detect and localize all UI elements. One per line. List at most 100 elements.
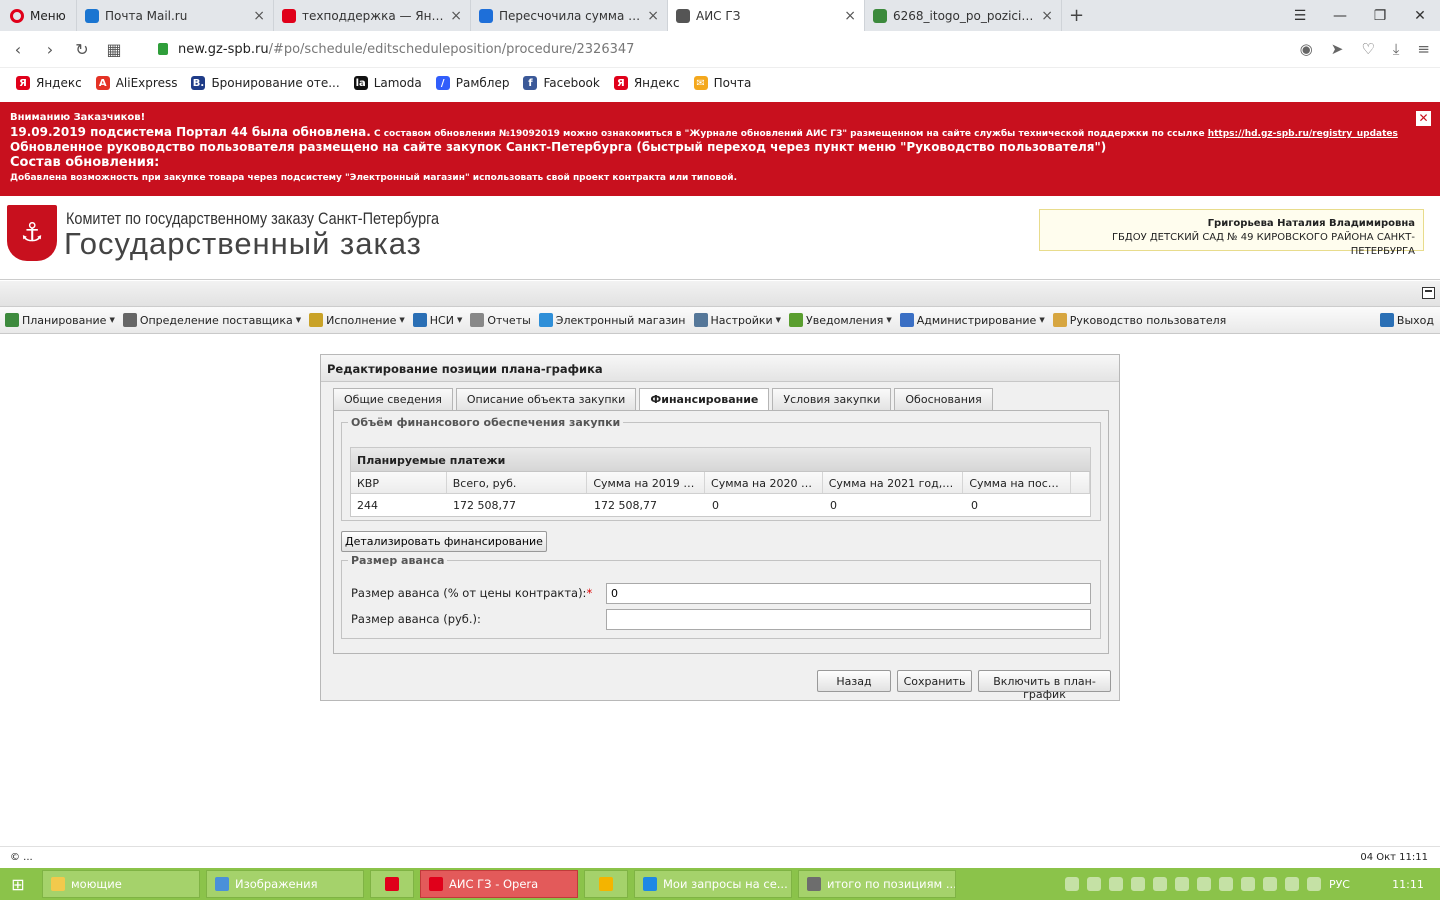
menu-item[interactable]: Электронный магазин — [538, 313, 686, 327]
flag-icon[interactable] — [1152, 877, 1167, 891]
menu-item[interactable]: Отчеты — [470, 313, 531, 327]
booking-icon[interactable] — [1174, 877, 1189, 891]
network-icon[interactable] — [1086, 877, 1101, 891]
report-icon — [470, 313, 485, 327]
bookmark-item[interactable]: / Рамблер — [435, 76, 509, 90]
action-center-icon[interactable] — [1262, 877, 1277, 891]
tab-close-icon[interactable]: × — [450, 8, 462, 24]
dialog-tab[interactable]: Условия закупки — [772, 388, 892, 410]
speed-dial-icon[interactable]: ▦ — [106, 40, 122, 59]
grid-column-header[interactable]: КВР — [351, 472, 447, 493]
menu-item[interactable]: Определение поставщика ▼ — [122, 313, 301, 327]
grid-column-header[interactable]: Сумма на 2021 год, руб. — [823, 472, 964, 493]
browser-tab[interactable]: Пересчочила сумма закупк × — [470, 0, 667, 31]
dialog-tab[interactable]: Описание объекта закупки — [455, 388, 637, 410]
save-button[interactable]: Сохранить — [897, 670, 972, 692]
menu-item[interactable]: Исполнение ▼ — [309, 313, 405, 327]
restore-icon[interactable]: ❐ — [1360, 8, 1400, 24]
cart-icon — [538, 313, 553, 327]
back-button[interactable]: Назад — [817, 670, 891, 692]
table-row[interactable]: 244 172 508,77 172 508,77 0 0 0 — [351, 494, 1090, 516]
taskbar-item[interactable]: Изображения — [206, 870, 364, 898]
url-field[interactable]: new.gz-spb.ru/#po/schedule/editschedulep… — [178, 42, 1284, 57]
advance-percent-input[interactable] — [606, 583, 1091, 604]
tab-close-icon[interactable]: × — [844, 8, 856, 24]
dialog-tab[interactable]: Общие сведения — [333, 388, 453, 410]
easy-setup-icon[interactable]: ≡ — [1417, 40, 1430, 58]
close-window-icon[interactable]: ✕ — [1400, 8, 1440, 24]
volume-icon[interactable] — [1306, 877, 1321, 891]
taskbar-item[interactable]: итого по позициям ... — [798, 870, 956, 898]
tab-close-icon[interactable]: × — [647, 8, 659, 24]
detail-financing-button[interactable]: Детализировать финансирование — [341, 531, 547, 552]
exit-button[interactable]: Выход — [1379, 313, 1434, 327]
taskbar-item[interactable]: Мои запросы на се... — [634, 870, 792, 898]
bookmark-item[interactable]: Я Яндекс — [16, 76, 82, 90]
bookmark-item[interactable]: Я Яндекс — [613, 76, 680, 90]
menu-lines-icon[interactable]: ☰ — [1280, 8, 1320, 24]
folder-icon — [51, 877, 65, 891]
collapse-header-icon[interactable] — [1422, 287, 1435, 299]
grid-column-header[interactable]: Сумма на последу... — [963, 472, 1072, 493]
opera-menu-button[interactable]: Меню — [0, 0, 76, 31]
menu-item[interactable]: НСИ ▼ — [412, 313, 462, 327]
browser-tab[interactable]: Почта Mail.ru × — [76, 0, 273, 31]
alert-registry-link[interactable]: https://hd.gz-spb.ru/registry_updates — [1208, 129, 1398, 139]
browser-tab[interactable]: техподдержка — Яндекс: н × — [273, 0, 470, 31]
grid-column-header[interactable]: Сумма на 2020 год... — [705, 472, 823, 493]
tab-close-icon[interactable]: × — [253, 8, 265, 24]
tab-close-icon[interactable]: × — [1041, 8, 1053, 24]
antivirus-icon[interactable] — [1064, 877, 1079, 891]
menu-item[interactable]: Настройки ▼ — [693, 313, 781, 327]
bookmark-item[interactable]: A AliExpress — [95, 76, 177, 90]
taskbar-item[interactable] — [370, 870, 414, 898]
site-header: ⚓ Комитет по государственному заказу Сан… — [0, 196, 1440, 280]
new-tab-button[interactable]: + — [1061, 0, 1091, 31]
printer-icon[interactable] — [1284, 877, 1299, 891]
minimize-icon[interactable]: — — [1320, 8, 1360, 24]
browser-tab[interactable]: 6268_itogo_po_poziciyam_ × — [864, 0, 1061, 31]
include-in-schedule-button[interactable]: Включить в план-график — [978, 670, 1111, 701]
menu-item[interactable]: Уведомления ▼ — [789, 313, 892, 327]
status-left: © ... — [10, 852, 33, 863]
heart-icon[interactable]: ♡ — [1361, 40, 1374, 58]
app-icon[interactable] — [1108, 877, 1123, 891]
bookmark-item[interactable]: B. Бронирование оте... — [191, 76, 340, 90]
menu-item[interactable]: Руководство пользователя — [1052, 313, 1226, 327]
browser-tab[interactable]: АИС ГЗ × — [667, 0, 864, 31]
teamviewer-icon[interactable] — [1130, 877, 1145, 891]
usb-icon[interactable] — [1218, 877, 1233, 891]
forward-icon[interactable]: › — [42, 40, 58, 59]
alert-update-details: С составом обновления №19092019 можно оз… — [370, 128, 1208, 139]
dialog-tab[interactable]: Обоснования — [894, 388, 993, 410]
menu-item[interactable]: Планирование ▼ — [5, 313, 115, 327]
yandex-disk-icon[interactable] — [1196, 877, 1211, 891]
wifi-icon[interactable] — [1240, 877, 1255, 891]
menu-item[interactable]: Администрирование ▼ — [899, 313, 1045, 327]
taskbar-item[interactable]: моющие — [42, 870, 200, 898]
bookmark-item[interactable]: ✉ Почта — [693, 76, 751, 90]
back-icon[interactable]: ‹ — [10, 40, 26, 59]
alert-close-button[interactable]: ✕ — [1416, 111, 1431, 126]
menu-item-label: Определение поставщика — [139, 313, 293, 327]
grid-column-header[interactable]: Всего, руб. — [447, 472, 588, 493]
language-indicator[interactable]: РУС — [1329, 878, 1350, 891]
grid-column-header[interactable]: Сумма на 2019 год... — [587, 472, 706, 493]
advance-rub-input[interactable] — [606, 609, 1091, 630]
taskbar-item[interactable]: АИС ГЗ - Opera — [420, 870, 578, 898]
reload-icon[interactable]: ↻ — [74, 40, 90, 59]
address-bar: ‹ › ↻ ▦ new.gz-spb.ru/#po/schedule/edits… — [0, 31, 1440, 68]
bookmark-item[interactable]: f Facebook — [523, 76, 600, 90]
bookmark-item[interactable]: la Lamoda — [353, 76, 422, 90]
windows-start-icon[interactable]: ⊞ — [0, 868, 36, 900]
camera-icon[interactable]: ◉ — [1300, 40, 1313, 58]
alert-heading: Вниманию Заказчиков! — [10, 112, 146, 123]
download-icon[interactable]: ⤓ — [1393, 40, 1400, 58]
dialog-tab[interactable]: Финансирование — [639, 388, 770, 411]
taskbar-clock[interactable]: 11:11 — [1388, 878, 1428, 891]
send-icon[interactable]: ➤ — [1331, 40, 1344, 58]
grid-cell: 0 — [971, 499, 978, 512]
alert-update-notice: 19.09.2019 подсистема Портал 44 была обн… — [10, 125, 1430, 140]
alert-contents-text: Добавлена возможность при закупке товара… — [10, 173, 738, 183]
taskbar-item[interactable] — [584, 870, 628, 898]
